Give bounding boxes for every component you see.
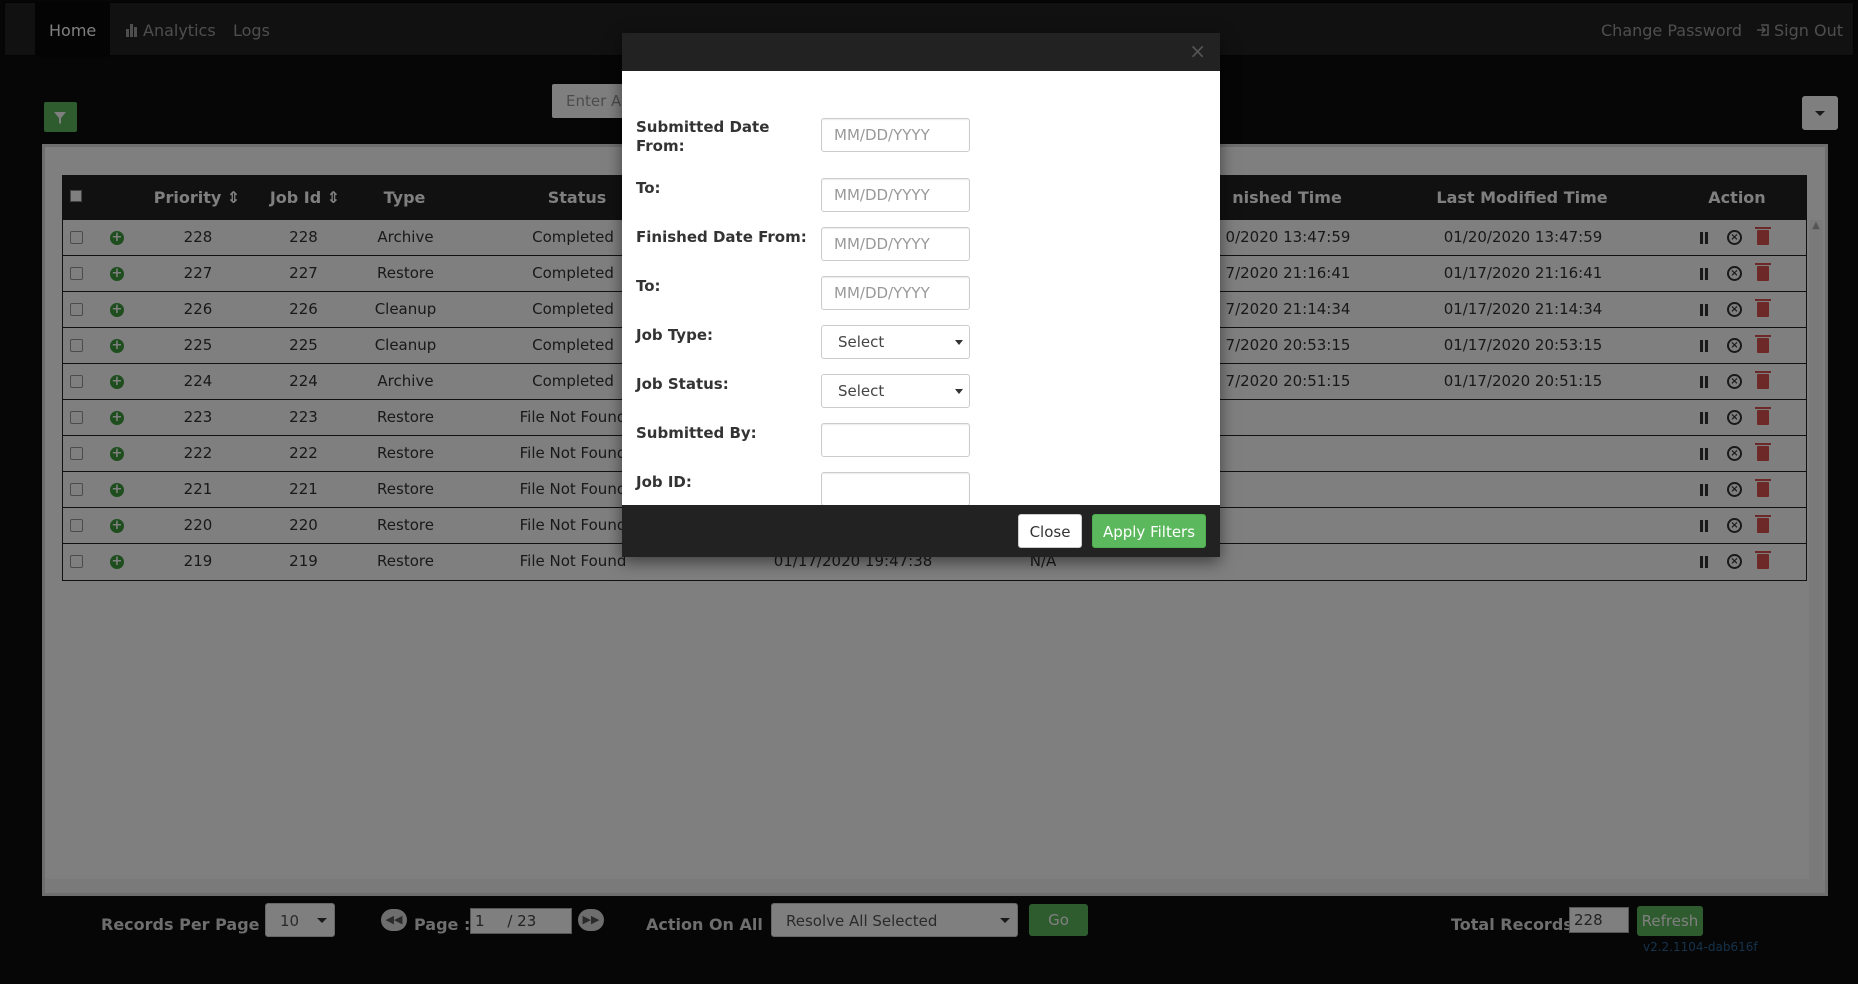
submitted-by-input[interactable]	[821, 423, 970, 457]
job-id-input[interactable]	[821, 472, 970, 506]
finished-from-label: Finished Date From:	[636, 228, 807, 246]
caret-down-icon	[955, 389, 963, 394]
modal-header: ×	[622, 33, 1220, 71]
close-icon[interactable]: ×	[1189, 41, 1206, 61]
caret-down-icon	[955, 340, 963, 345]
job-type-value: Select	[838, 333, 885, 351]
modal-body: Submitted Date From: MM/DD/YYYY To: MM/D…	[622, 71, 1220, 506]
modal-footer: Close Apply Filters	[622, 505, 1220, 557]
submitted-by-label: Submitted By:	[636, 424, 757, 442]
finished-from-input[interactable]: MM/DD/YYYY	[821, 227, 970, 261]
job-status-value: Select	[838, 382, 885, 400]
job-status-label: Job Status:	[636, 375, 729, 393]
submitted-to-input[interactable]: MM/DD/YYYY	[821, 178, 970, 212]
job-status-select[interactable]: Select	[821, 374, 970, 408]
finished-to-label: To:	[636, 277, 661, 295]
job-id-label: Job ID:	[636, 473, 692, 491]
submitted-from-label: Submitted Date From:	[636, 118, 770, 155]
submitted-from-input[interactable]: MM/DD/YYYY	[821, 118, 970, 152]
close-button[interactable]: Close	[1018, 514, 1082, 548]
filter-modal: × Submitted Date From: MM/DD/YYYY To: MM…	[622, 33, 1220, 557]
submitted-to-label: To:	[636, 179, 661, 197]
job-type-select[interactable]: Select	[821, 325, 970, 359]
apply-filters-button[interactable]: Apply Filters	[1092, 514, 1206, 548]
finished-to-input[interactable]: MM/DD/YYYY	[821, 276, 970, 310]
job-type-label: Job Type:	[636, 326, 713, 344]
